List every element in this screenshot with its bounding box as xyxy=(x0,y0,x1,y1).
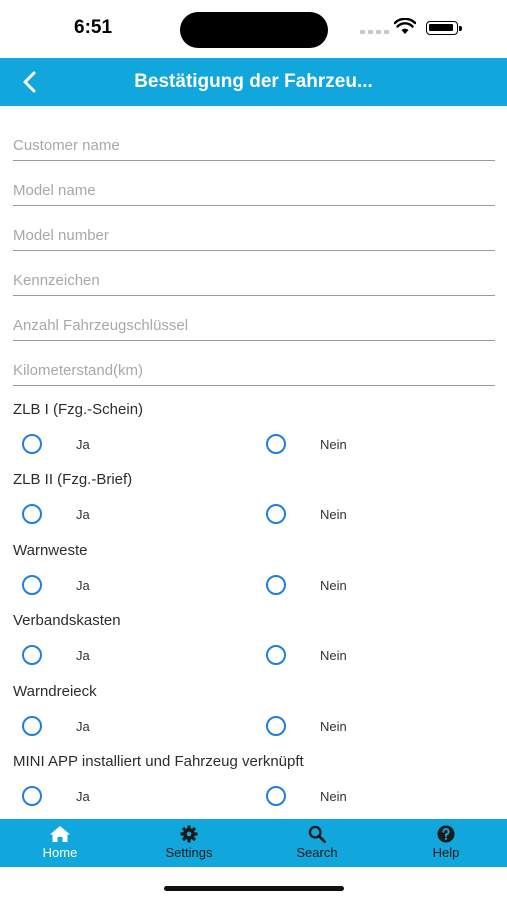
option-label: Nein xyxy=(320,788,347,804)
zlb1-yes-option[interactable]: Ja xyxy=(22,434,90,454)
radio-button-icon[interactable] xyxy=(22,716,42,736)
radio-button-icon[interactable] xyxy=(22,645,42,665)
customer-name-input[interactable] xyxy=(13,130,495,160)
tab-help-label: Help xyxy=(432,845,460,860)
mileage-input[interactable] xyxy=(13,355,495,385)
zlb2-no-option[interactable]: Nein xyxy=(266,504,347,524)
tab-home[interactable]: Home xyxy=(15,819,105,867)
warnweste-yes-option[interactable]: Ja xyxy=(22,575,90,595)
question-warnweste-label: Warnweste xyxy=(13,542,88,559)
mini-app-no-option[interactable]: Nein xyxy=(266,786,347,806)
radio-button-icon[interactable] xyxy=(22,786,42,806)
radio-button-icon[interactable] xyxy=(22,504,42,524)
wifi-icon xyxy=(394,18,416,34)
license-plate-input[interactable] xyxy=(13,265,495,295)
radio-button-icon[interactable] xyxy=(266,786,286,806)
option-label: Nein xyxy=(320,718,347,734)
status-time: 6:51 xyxy=(74,17,113,38)
tab-home-label: Home xyxy=(42,845,78,860)
model-number-field[interactable] xyxy=(13,220,495,251)
warnweste-no-option[interactable]: Nein xyxy=(266,575,347,595)
option-label: Ja xyxy=(76,577,90,593)
verbandskasten-yes-option[interactable]: Ja xyxy=(22,645,90,665)
warndreieck-yes-option[interactable]: Ja xyxy=(22,716,90,736)
key-count-input[interactable] xyxy=(13,310,495,340)
page-title: Bestätigung der Fahrzeu... xyxy=(134,71,373,92)
key-count-field[interactable] xyxy=(13,310,495,341)
tab-help[interactable]: Help xyxy=(401,819,491,867)
tab-bar: Home Settings Search Help xyxy=(0,819,507,867)
customer-name-field[interactable] xyxy=(13,130,495,161)
home-indicator xyxy=(164,886,344,891)
model-name-field[interactable] xyxy=(13,175,495,206)
tab-search-label: Search xyxy=(296,845,338,860)
option-label: Nein xyxy=(320,647,347,663)
license-plate-field[interactable] xyxy=(13,265,495,296)
tab-settings[interactable]: Settings xyxy=(144,819,234,867)
radio-button-icon[interactable] xyxy=(266,434,286,454)
dynamic-island xyxy=(180,12,328,48)
question-warndreieck-label: Warndreieck xyxy=(13,683,97,700)
battery-icon xyxy=(426,21,462,35)
search-icon xyxy=(308,825,326,843)
radio-button-icon[interactable] xyxy=(266,716,286,736)
back-button[interactable] xyxy=(16,68,46,96)
radio-button-icon[interactable] xyxy=(22,575,42,595)
tab-settings-label: Settings xyxy=(165,845,213,860)
option-label: Ja xyxy=(76,436,90,452)
help-icon xyxy=(437,825,455,843)
option-label: Ja xyxy=(76,788,90,804)
question-verbandskasten-label: Verbandskasten xyxy=(13,612,121,629)
form-content[interactable]: ZLB I (Fzg.-Schein) Ja Nein ZLB II (Fzg.… xyxy=(0,106,507,819)
question-mini-app-label: MINI APP installiert und Fahrzeug verknü… xyxy=(13,753,304,770)
model-number-input[interactable] xyxy=(13,220,495,250)
radio-button-icon[interactable] xyxy=(266,504,286,524)
cellular-signal-icon xyxy=(360,30,389,34)
radio-button-icon[interactable] xyxy=(22,434,42,454)
home-icon xyxy=(50,826,70,842)
tab-search[interactable]: Search xyxy=(272,819,362,867)
option-label: Ja xyxy=(76,647,90,663)
status-bar: 6:51 xyxy=(0,0,507,58)
radio-button-icon[interactable] xyxy=(266,645,286,665)
navigation-bar: Bestätigung der Fahrzeu... xyxy=(0,58,507,106)
model-name-input[interactable] xyxy=(13,175,495,205)
option-label: Nein xyxy=(320,436,347,452)
radio-button-icon[interactable] xyxy=(266,575,286,595)
option-label: Nein xyxy=(320,577,347,593)
chevron-left-icon xyxy=(23,71,36,93)
zlb1-no-option[interactable]: Nein xyxy=(266,434,347,454)
option-label: Ja xyxy=(76,506,90,522)
option-label: Ja xyxy=(76,718,90,734)
mileage-field[interactable] xyxy=(13,355,495,386)
question-zlb1-label: ZLB I (Fzg.-Schein) xyxy=(13,401,144,418)
mini-app-yes-option[interactable]: Ja xyxy=(22,786,90,806)
question-zlb2-label: ZLB II (Fzg.-Brief) xyxy=(13,471,133,488)
warndreieck-no-option[interactable]: Nein xyxy=(266,716,347,736)
zlb2-yes-option[interactable]: Ja xyxy=(22,504,90,524)
gear-icon xyxy=(180,825,198,843)
option-label: Nein xyxy=(320,506,347,522)
verbandskasten-no-option[interactable]: Nein xyxy=(266,645,347,665)
